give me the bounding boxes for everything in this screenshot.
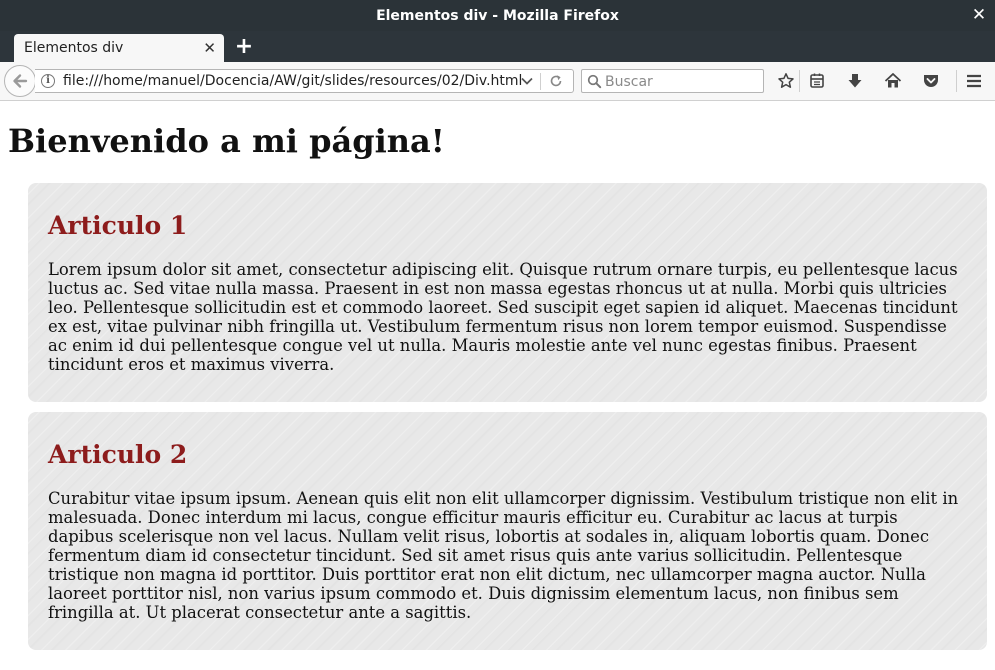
tab-elementos-div[interactable]: Elementos div ✕ <box>14 34 224 62</box>
article-title: Articulo 2 <box>48 440 188 469</box>
reload-icon <box>550 75 562 87</box>
url-bar[interactable]: i file:///home/manuel/Docencia/AW/git/sl… <box>35 69 574 93</box>
home-button[interactable] <box>882 70 904 92</box>
url-separator <box>540 73 541 90</box>
download-icon <box>848 74 862 88</box>
article-body: Curabitur vitae ipsum ipsum. Aenean quis… <box>48 489 959 622</box>
dropdown-arrow-icon <box>521 77 533 85</box>
new-tab-icon[interactable]: + <box>233 35 255 59</box>
back-button[interactable] <box>4 65 36 97</box>
search-bar[interactable] <box>581 69 764 93</box>
window-title: Elementos div - Mozilla Firefox <box>376 7 619 24</box>
page-content: Bienvenido a mi página! Articulo 1 Lorem… <box>0 101 995 670</box>
menu-icon <box>967 74 981 88</box>
pocket-icon <box>924 75 938 87</box>
download-button[interactable] <box>844 70 866 92</box>
article-title: Articulo 1 <box>48 211 188 240</box>
navigation-toolbar: i file:///home/manuel/Docencia/AW/git/sl… <box>0 62 995 101</box>
page-title: Bienvenido a mi página! <box>8 122 445 160</box>
article-body: Lorem ipsum dolor sit amet, consectetur … <box>48 260 958 374</box>
reading-list-button[interactable] <box>806 70 828 92</box>
toolbar-separator <box>799 70 800 92</box>
bookmark-star-button[interactable] <box>775 70 797 92</box>
tab-close-icon[interactable]: ✕ <box>203 39 216 57</box>
search-input[interactable] <box>605 72 755 91</box>
tab-label: Elementos div <box>24 40 124 56</box>
open-menu-button[interactable] <box>963 70 985 92</box>
pocket-button[interactable] <box>920 70 942 92</box>
info-icon[interactable]: i <box>41 74 55 88</box>
reading-list-icon <box>810 73 824 88</box>
reload-button[interactable] <box>546 71 566 91</box>
article-2: Articulo 2 Curabitur vitae ipsum ipsum. … <box>28 412 987 650</box>
url-text[interactable]: file:///home/manuel/Docencia/AW/git/slid… <box>63 73 522 89</box>
search-icon <box>585 73 603 90</box>
tab-bar: Elementos div ✕ + <box>0 31 995 62</box>
toolbar-separator <box>956 70 957 92</box>
article-1: Articulo 1 Lorem ipsum dolor sit amet, c… <box>28 183 987 402</box>
back-arrow-icon <box>13 74 28 88</box>
home-icon <box>884 73 902 88</box>
window-titlebar: Elementos div - Mozilla Firefox ✕ <box>0 0 995 31</box>
window-close-icon[interactable]: ✕ <box>971 6 987 24</box>
url-history-dropdown[interactable] <box>519 71 535 91</box>
bookmark-star-icon <box>778 73 794 88</box>
